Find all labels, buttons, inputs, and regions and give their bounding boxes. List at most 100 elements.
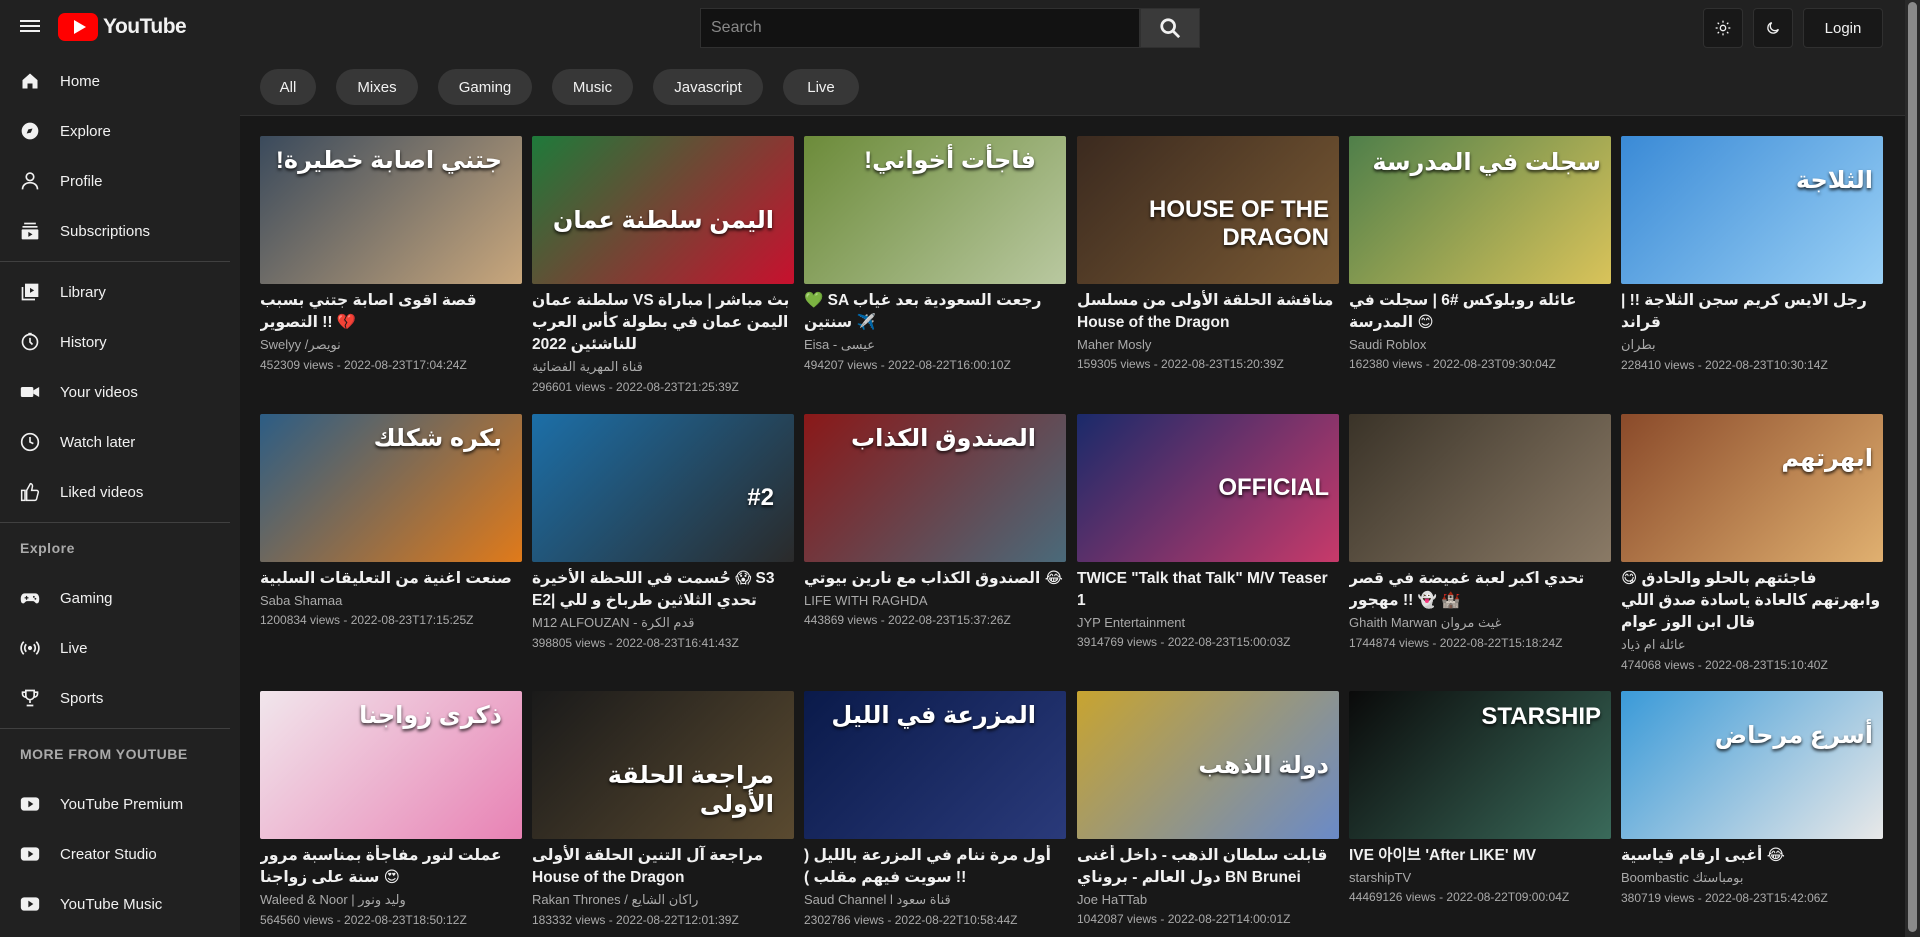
video-title[interactable]: عائلة روبلوكس #6 | سجلت في المدرسة 😊: [1349, 290, 1611, 334]
channel-name[interactable]: Ghaith Marwan غيث مروان: [1349, 615, 1611, 631]
chip-mixes[interactable]: Mixes: [336, 69, 418, 105]
video-thumbnail[interactable]: دولة الذهب: [1077, 691, 1339, 839]
sidebar-item-subscriptions[interactable]: Subscriptions: [0, 206, 240, 256]
video-card[interactable]: اليمن سلطنة عمان سلطنة عمان VS بث مباشر |…: [532, 136, 794, 394]
video-thumbnail[interactable]: سجلت في المدرسة: [1349, 136, 1611, 284]
sidebar-item-youtube-premium[interactable]: YouTube Premium: [0, 779, 240, 829]
sidebar-item-gaming[interactable]: Gaming: [0, 573, 240, 623]
video-card[interactable]: مراجعة الحلقة الأولى مراجعة آل التنين الح…: [532, 691, 794, 927]
video-card[interactable]: STARSHIP IVE 아이브 'After LIKE' MV starshipT…: [1349, 691, 1611, 904]
video-title[interactable]: حُسمت في اللحظة الأخيرة 😱 S3 E2| تحدي ال…: [532, 568, 794, 612]
login-button[interactable]: Login: [1803, 8, 1883, 48]
video-card[interactable]: سجلت في المدرسة عائلة روبلوكس #6 | سجلت ف…: [1349, 136, 1611, 371]
chip-javascript[interactable]: Javascript: [653, 69, 763, 105]
video-card[interactable]: ابهرتهم فاجئتهم بالحلو والحادق 😋 وابهرتهم…: [1621, 414, 1883, 672]
sidebar-item-sports[interactable]: Sports: [0, 673, 240, 723]
video-title[interactable]: قصة اقوى اصابة جتني بسبب التصوير !! 💔: [260, 290, 522, 334]
channel-name[interactable]: Joe HaTTab: [1077, 892, 1339, 907]
video-thumbnail[interactable]: ذكرى زواجنا: [260, 691, 522, 839]
video-thumbnail[interactable]: أسرع مرحاض: [1621, 691, 1883, 839]
sidebar-item-watch-later[interactable]: Watch later: [0, 417, 240, 467]
video-title[interactable]: عملت لنور مفاجأة بمناسبة مرور سنة على زو…: [260, 845, 522, 889]
video-title[interactable]: فاجئتهم بالحلو والحادق 😋 وابهرتهم كالعاد…: [1621, 568, 1883, 634]
channel-name[interactable]: عائلة ام ذياد: [1621, 637, 1883, 653]
video-thumbnail[interactable]: الثلاجة: [1621, 136, 1883, 284]
video-title[interactable]: TWICE "Talk that Talk" M/V Teaser 1: [1077, 568, 1339, 612]
video-thumbnail[interactable]: بكره شكلك: [260, 414, 522, 562]
video-thumbnail[interactable]: مراجعة الحلقة الأولى: [532, 691, 794, 839]
sidebar-item-youtube-music[interactable]: YouTube Music: [0, 879, 240, 929]
channel-name[interactable]: Saba Shamaa: [260, 593, 522, 608]
channel-name[interactable]: قناة المهرية الفضائية: [532, 359, 794, 375]
channel-name[interactable]: M12 ALFOUZAN - قدم الكرة: [532, 615, 794, 631]
video-card[interactable]: ذكرى زواجنا عملت لنور مفاجأة بمناسبة مرور…: [260, 691, 522, 927]
channel-name[interactable]: Swelyy /نويصر: [260, 337, 522, 353]
chip-gaming[interactable]: Gaming: [438, 69, 532, 105]
light-theme-button[interactable]: [1703, 8, 1743, 48]
channel-name[interactable]: Boombastic بومباستك: [1621, 870, 1883, 886]
search-button[interactable]: [1140, 8, 1200, 48]
sidebar-item-history[interactable]: History: [0, 317, 240, 367]
channel-name[interactable]: LIFE WITH RAGHDA: [804, 593, 1066, 608]
video-card[interactable]: الصندوق الكذاب الصندوق الكذاب مع نارين بي…: [804, 414, 1066, 627]
sidebar-item-creator-studio[interactable]: Creator Studio: [0, 829, 240, 879]
channel-name[interactable]: Waleed & Noor | وليد ونور: [260, 892, 522, 908]
video-thumbnail[interactable]: الصندوق الكذاب: [804, 414, 1066, 562]
video-card[interactable]: بكره شكلك صنعت اغنية من التعليقات السلبية…: [260, 414, 522, 627]
video-card[interactable]: الثلاجة رجل الايس كريم سجن الثلاجة !! | ق…: [1621, 136, 1883, 372]
video-title[interactable]: تحدي اكبر لعبة غميضة في قصر مهجور !! 👻 🏰: [1349, 568, 1611, 612]
channel-name[interactable]: بطران: [1621, 337, 1883, 353]
video-thumbnail[interactable]: [1349, 414, 1611, 562]
video-thumbnail[interactable]: اليمن سلطنة عمان: [532, 136, 794, 284]
video-title[interactable]: قابلت سلطان الذهب - داخل أغنى دول العالم…: [1077, 845, 1339, 889]
dark-theme-button[interactable]: [1753, 8, 1793, 48]
video-title[interactable]: أغبى ارقام قياسية 😂: [1621, 845, 1883, 867]
channel-name[interactable]: starshipTV: [1349, 870, 1611, 885]
video-title[interactable]: مراجعة آل التنين الحلقة الأولى House of …: [532, 845, 794, 889]
video-title[interactable]: سلطنة عمان VS بث مباشر | مباراة اليمن عم…: [532, 290, 794, 356]
sidebar-item-explore[interactable]: Explore: [0, 106, 240, 156]
chip-all[interactable]: All: [260, 69, 316, 105]
youtube-logo[interactable]: YouTube: [58, 13, 187, 41]
video-title[interactable]: مناقشة الحلقة الأولى من مسلسل House of t…: [1077, 290, 1339, 334]
video-thumbnail[interactable]: جتني اصابة خطيرة!: [260, 136, 522, 284]
sidebar-item-your-videos[interactable]: Your videos: [0, 367, 240, 417]
video-card[interactable]: OFFICIAL TWICE "Talk that Talk" M/V Tease…: [1077, 414, 1339, 649]
video-thumbnail[interactable]: #2: [532, 414, 794, 562]
chip-live[interactable]: Live: [783, 69, 859, 105]
channel-name[interactable]: Maher Mosly: [1077, 337, 1339, 352]
video-card[interactable]: فاجأت أخواني! 💚 SA رجعت السعودية بعد غياب…: [804, 136, 1066, 372]
video-thumbnail[interactable]: OFFICIAL: [1077, 414, 1339, 562]
channel-name[interactable]: Rakan Thrones / راكان الشايع: [532, 892, 794, 908]
video-title[interactable]: صنعت اغنية من التعليقات السلبية: [260, 568, 522, 590]
channel-name[interactable]: Eisa - عيسى: [804, 337, 1066, 353]
video-thumbnail[interactable]: فاجأت أخواني!: [804, 136, 1066, 284]
video-card[interactable]: دولة الذهب قابلت سلطان الذهب - داخل أغنى …: [1077, 691, 1339, 926]
sidebar-item-home[interactable]: Home: [0, 56, 240, 106]
video-card[interactable]: جتني اصابة خطيرة! قصة اقوى اصابة جتني بسب…: [260, 136, 522, 372]
video-title[interactable]: رجل الايس كريم سجن الثلاجة !! | قراند: [1621, 290, 1883, 334]
search-input[interactable]: [700, 8, 1140, 48]
channel-name[interactable]: Saud Channel l قناة سعود: [804, 892, 1066, 908]
video-card[interactable]: HOUSE OF THE DRAGON مناقشة الحلقة الأولى …: [1077, 136, 1339, 371]
menu-icon[interactable]: [20, 17, 40, 37]
video-thumbnail[interactable]: ابهرتهم: [1621, 414, 1883, 562]
video-title[interactable]: IVE 아이브 'After LIKE' MV: [1349, 845, 1611, 867]
video-card[interactable]: تحدي اكبر لعبة غميضة في قصر مهجور !! 👻 🏰…: [1349, 414, 1611, 650]
sidebar-item-liked-videos[interactable]: Liked videos: [0, 467, 240, 517]
video-thumbnail[interactable]: المزرعة في الليل: [804, 691, 1066, 839]
video-thumbnail[interactable]: HOUSE OF THE DRAGON: [1077, 136, 1339, 284]
sidebar-item-library[interactable]: Library: [0, 267, 240, 317]
chip-music[interactable]: Music: [552, 69, 633, 105]
video-card[interactable]: المزرعة في الليل أول مرة ننام في المزرعة …: [804, 691, 1066, 927]
video-card[interactable]: أسرع مرحاض أغبى ارقام قياسية 😂 Boombastic …: [1621, 691, 1883, 905]
video-thumbnail[interactable]: STARSHIP: [1349, 691, 1611, 839]
video-title[interactable]: الصندوق الكذاب مع نارين بيوتي 😂: [804, 568, 1066, 590]
video-title[interactable]: 💚 SA رجعت السعودية بعد غياب سنتين ✈️: [804, 290, 1066, 334]
sidebar-item-profile[interactable]: Profile: [0, 156, 240, 206]
scrollbar[interactable]: [1905, 0, 1920, 937]
video-title[interactable]: أول مرة ننام في المزرعة بالليل ( سويت في…: [804, 845, 1066, 889]
video-card[interactable]: #2 حُسمت في اللحظة الأخيرة 😱 S3 E2| تحدي …: [532, 414, 794, 650]
channel-name[interactable]: Saudi Roblox: [1349, 337, 1611, 352]
scrollbar-thumb[interactable]: [1908, 2, 1917, 932]
